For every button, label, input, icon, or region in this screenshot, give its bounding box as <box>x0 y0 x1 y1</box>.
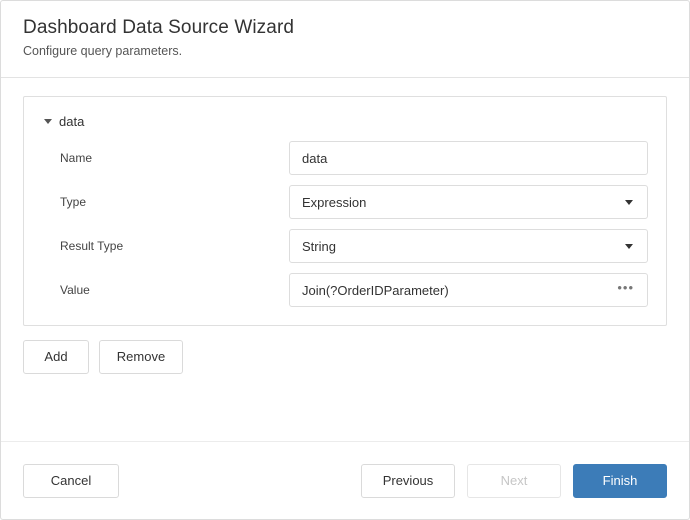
footer-right-group: Previous Next Finish <box>361 463 667 498</box>
type-label: Type <box>60 195 87 209</box>
result-type-label: Result Type <box>60 239 124 253</box>
footer-left-group: Cancel <box>23 463 119 498</box>
value-input-value: Join(?OrderIDParameter) <box>302 282 449 298</box>
wizard-body: data Name data Type Expression Result Ty… <box>1 78 689 441</box>
parameter-actions: Add Remove <box>23 340 667 374</box>
page-subtitle: Configure query parameters. <box>23 44 183 58</box>
parameter-panel-header[interactable]: data <box>44 111 648 131</box>
value-label: Value <box>60 283 90 297</box>
remove-button[interactable]: Remove <box>99 340 183 374</box>
parameter-panel: data Name data Type Expression Result Ty… <box>23 96 667 326</box>
chevron-down-icon[interactable] <box>625 199 633 205</box>
value-input[interactable]: Join(?OrderIDParameter) ••• <box>289 273 648 307</box>
next-button: Next <box>467 463 561 498</box>
dashboard-data-source-wizard-window: Dashboard Data Source Wizard Configure q… <box>0 0 690 520</box>
caret-down-icon[interactable] <box>44 118 52 124</box>
name-input-value: data <box>302 150 328 166</box>
form-row-name: Name data <box>42 141 648 175</box>
wizard-footer: Cancel Previous Next Finish <box>1 441 689 519</box>
chevron-down-icon[interactable] <box>625 243 633 249</box>
form-row-value: Value Join(?OrderIDParameter) ••• <box>42 273 648 307</box>
name-label: Name <box>60 151 93 165</box>
form-row-result-type: Result Type String <box>42 229 648 263</box>
ellipsis-icon[interactable]: ••• <box>617 281 634 297</box>
result-type-dropdown[interactable]: String <box>289 229 648 263</box>
finish-button[interactable]: Finish <box>573 463 667 498</box>
form-row-type: Type Expression <box>42 185 648 219</box>
type-dropdown-value: Expression <box>302 194 367 210</box>
result-type-dropdown-value: String <box>302 238 336 254</box>
page-title: Dashboard Data Source Wizard <box>23 17 295 38</box>
name-input[interactable]: data <box>289 141 648 175</box>
parameter-panel-title: data <box>59 113 85 129</box>
type-dropdown[interactable]: Expression <box>289 185 648 219</box>
add-button[interactable]: Add <box>23 340 89 374</box>
previous-button[interactable]: Previous <box>361 463 455 498</box>
wizard-header: Dashboard Data Source Wizard Configure q… <box>1 1 689 78</box>
cancel-button[interactable]: Cancel <box>23 463 119 498</box>
